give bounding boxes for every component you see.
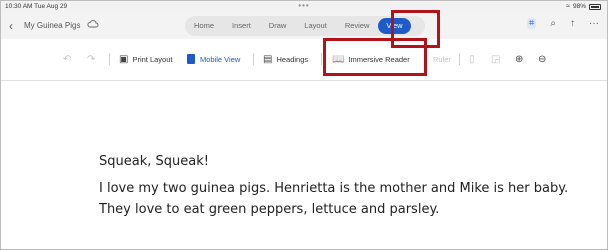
redo-button[interactable]: ↷ — [87, 49, 99, 69]
page-icon-button[interactable]: ▯ — [469, 49, 479, 69]
status-right: ≈ 98% — [566, 3, 601, 10]
battery-icon — [589, 3, 601, 10]
back-icon[interactable]: ‹ — [9, 19, 13, 33]
view-ribbon: ↶ ↷ ▣ Print Layout Mobile View ▤ Heading… — [1, 39, 607, 81]
zoom-in-button[interactable]: ⊕ — [515, 49, 527, 69]
immersive-reader-label: Immersive Reader — [348, 54, 410, 64]
mobile-view-button[interactable]: Mobile View — [187, 49, 240, 69]
headings-icon: ▤ — [263, 53, 273, 65]
fit-width-icon: ◲ — [491, 53, 501, 65]
tab-home[interactable]: Home — [185, 16, 223, 36]
share-icon[interactable]: ↑ — [570, 18, 575, 29]
divider — [459, 53, 460, 65]
battery-percent: 98% — [572, 3, 586, 10]
focus-mode-icon[interactable]: ⌗ — [526, 18, 537, 29]
fit-icon-button[interactable]: ◲ — [491, 49, 504, 69]
ruler-label: Ruler — [433, 54, 451, 64]
zoom-in-icon: ⊕ — [515, 53, 524, 65]
status-bar: 10:30 AM Tue Aug 29 ••• ≈ 98% — [1, 1, 607, 13]
headings-label: Headings — [276, 54, 309, 64]
title-bar: ‹ My Guinea Pigs Home Insert Draw Layout… — [1, 13, 607, 39]
document-heading[interactable]: Squeak, Squeak! — [99, 154, 209, 169]
document-paragraph[interactable]: I love my two guinea pigs. Henrietta is … — [99, 178, 569, 220]
status-time: 10:30 AM Tue Aug 29 — [5, 3, 68, 10]
divider — [253, 53, 254, 65]
ruler-button[interactable]: Ruler — [433, 49, 451, 69]
app-window: 10:30 AM Tue Aug 29 ••• ≈ 98% ‹ My Guine… — [0, 0, 608, 250]
tab-view[interactable]: View — [378, 18, 411, 34]
mobile-view-icon — [187, 54, 195, 64]
ribbon-tabs: Home Insert Draw Layout Review View — [185, 16, 425, 36]
zoom-out-icon: ⊖ — [538, 53, 547, 65]
tab-review[interactable]: Review — [336, 16, 379, 36]
tab-draw[interactable]: Draw — [260, 16, 296, 36]
mobile-view-label: Mobile View — [200, 54, 241, 64]
document-title[interactable]: My Guinea Pigs — [24, 21, 80, 30]
undo-button[interactable]: ↶ — [63, 49, 75, 69]
print-layout-icon: ▣ — [119, 53, 129, 65]
page-icon: ▯ — [469, 53, 475, 65]
undo-icon: ↶ — [63, 53, 72, 65]
more-icon[interactable]: ··· — [589, 18, 599, 29]
multitask-dots[interactable]: ••• — [298, 1, 309, 10]
zoom-out-button[interactable]: ⊖ — [538, 49, 550, 69]
title-actions: ⌗ ⌕ ↑ ··· — [526, 18, 599, 29]
immersive-reader-icon: 📖 — [332, 53, 345, 65]
wifi-icon: ≈ — [566, 3, 570, 10]
tab-insert[interactable]: Insert — [223, 16, 260, 36]
cloud-sync-icon — [87, 20, 99, 28]
print-layout-button[interactable]: ▣ Print Layout — [119, 49, 172, 69]
redo-icon: ↷ — [87, 53, 96, 65]
immersive-reader-button[interactable]: 📖 Immersive Reader — [332, 49, 410, 69]
tab-layout[interactable]: Layout — [295, 16, 336, 36]
headings-button[interactable]: ▤ Headings — [263, 49, 308, 69]
print-layout-label: Print Layout — [132, 54, 173, 64]
divider — [321, 53, 322, 65]
search-icon[interactable]: ⌕ — [550, 18, 556, 29]
divider — [109, 53, 110, 65]
